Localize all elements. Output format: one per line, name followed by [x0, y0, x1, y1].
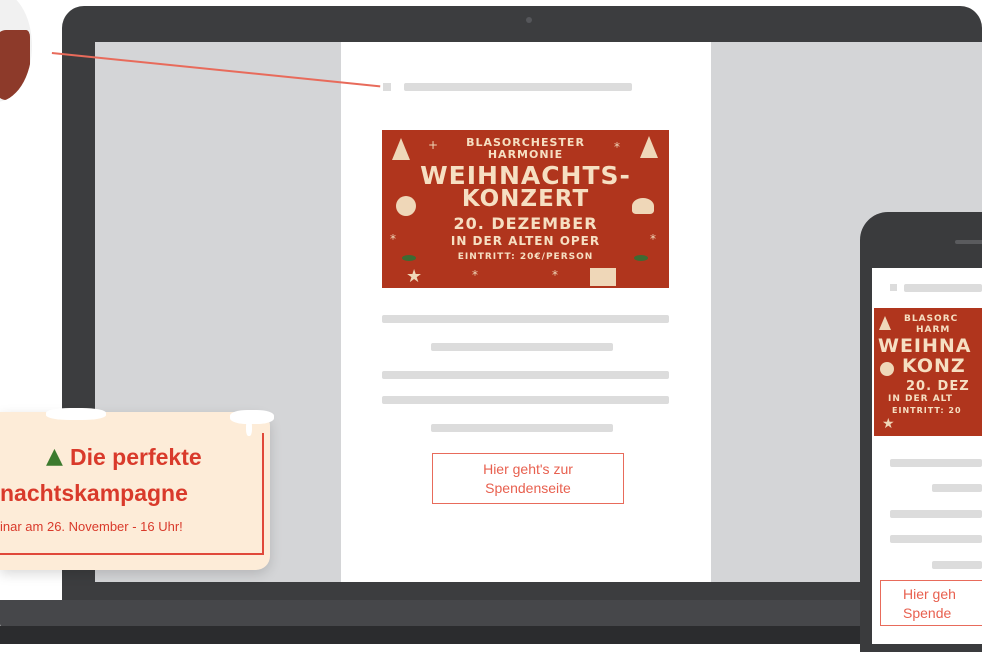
banner-line-venue: IN DER ALTEN OPER	[450, 234, 601, 248]
placeholder-text-line	[904, 284, 982, 292]
banner-line-harmonie: HARMONIE	[487, 148, 564, 161]
ornament-icon	[880, 362, 894, 376]
phone-banner-line1: BLASORC	[904, 314, 959, 324]
placeholder-text-line	[890, 459, 982, 467]
banner-line-konzert: KONZERT	[461, 186, 590, 212]
snow-decoration	[46, 408, 106, 420]
icicle-decoration	[246, 420, 252, 436]
laptop-base	[0, 600, 982, 628]
phone-concert-banner: BLASORC HARM WEIHNA KONZ 20. DEZ IN DER …	[874, 308, 982, 436]
phone-donate-label-line2: Spende	[903, 605, 952, 621]
presenter-photo	[0, 30, 30, 100]
ornament-icon	[396, 196, 416, 216]
placeholder-dot	[890, 284, 897, 291]
donate-button-label-line2: Spendenseite	[485, 480, 571, 496]
webinar-title-line1: Die perfekte	[70, 444, 202, 470]
phone-email-preview: BLASORC HARM WEIHNA KONZ 20. DEZ IN DER …	[872, 268, 982, 644]
christmas-tree-icon: ▲	[46, 444, 63, 469]
gift-icon	[590, 268, 616, 286]
webinar-subtitle: inar am 26. November - 16 Uhr!	[0, 519, 183, 534]
laptop-edge	[0, 626, 982, 644]
banner-line-date: 20. DEZEMBER	[453, 214, 598, 233]
presenter-avatar	[0, 0, 32, 102]
phone-banner-line4: KONZ	[902, 355, 966, 377]
phone-banner-line5: 20. DEZ	[906, 379, 970, 394]
email-preview: + * BLASORCHESTER HARMONIE WEIHNACHTS- K…	[341, 42, 711, 582]
banner-line-weihnachts: WEIHNACHTS-	[420, 161, 631, 190]
placeholder-text-line	[431, 424, 613, 432]
banner-line-price: EINTRITT: 20€/PERSON	[457, 252, 594, 262]
phone-banner-line7: EINTRITT: 20	[892, 406, 962, 415]
phone-banner-line3: WEIHNA	[878, 335, 972, 357]
placeholder-dot	[383, 83, 391, 91]
sparkle-icon: *	[390, 232, 396, 246]
concert-banner: + * BLASORCHESTER HARMONIE WEIHNACHTS- K…	[382, 130, 669, 288]
sparkle-icon: *	[552, 268, 558, 282]
placeholder-text-line	[890, 535, 982, 543]
phone-donate-button[interactable]: Hier geh Spende	[880, 580, 982, 626]
phone-banner-line6: IN DER ALT	[888, 394, 954, 404]
sparkle-icon: *	[650, 232, 656, 246]
placeholder-text-line	[890, 510, 982, 518]
placeholder-text-line	[382, 371, 669, 379]
placeholder-text-line	[404, 83, 632, 91]
webinar-title-line2: nachtskampagne	[0, 480, 188, 506]
ornament-icon	[632, 198, 654, 214]
star-icon: ★	[406, 266, 423, 287]
phone-banner-line2: HARM	[916, 325, 951, 335]
placeholder-text-line	[431, 343, 613, 351]
webcam-icon	[526, 17, 532, 23]
christmas-tree-icon	[879, 316, 891, 330]
donate-button-label-line1: Hier geht's zur	[483, 461, 573, 477]
phone-speaker	[955, 240, 982, 244]
placeholder-text-line	[382, 315, 669, 323]
placeholder-text-line	[932, 561, 982, 569]
snow-decoration	[230, 410, 274, 424]
phone-donate-label-line1: Hier geh	[903, 586, 956, 602]
sparkle-icon: *	[472, 268, 478, 282]
donate-button[interactable]: Hier geht's zur Spendenseite	[432, 453, 624, 504]
star-icon: ★	[882, 416, 895, 432]
placeholder-text-line	[932, 484, 982, 492]
placeholder-text-line	[382, 396, 669, 404]
